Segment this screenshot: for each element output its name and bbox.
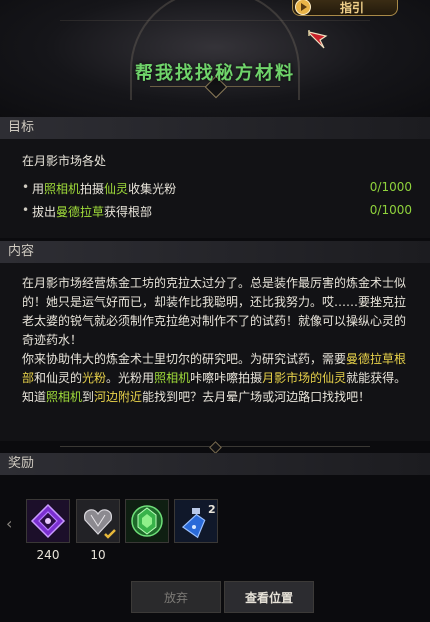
bullet: •: [22, 203, 30, 217]
objective-row: • 用照相机拍摄仙灵收集光粉 0/1000: [22, 180, 412, 196]
highlight-fairy: 仙灵: [104, 182, 129, 196]
reward-count: 10: [90, 548, 106, 562]
goal-location: 在月影市场各处: [22, 154, 107, 168]
objective-count: 0/1000: [369, 180, 412, 194]
highlight-market-fairy: 月影市场的仙灵: [262, 371, 347, 385]
rewards-heading: 奖励: [0, 453, 430, 475]
goal-heading: 目标: [0, 117, 430, 139]
banner-ornament: [150, 86, 280, 114]
chevron-left-icon[interactable]: ‹: [6, 514, 20, 533]
reward-badge: 2: [208, 503, 216, 516]
objective-text: 用照相机拍摄仙灵收集光粉: [32, 182, 177, 196]
highlight-camera: 照相机: [46, 390, 83, 404]
objective-text: 拔出曼德拉草获得根部: [32, 205, 153, 219]
highlight-camera: 照相机: [154, 371, 191, 385]
reward-item[interactable]: [26, 499, 70, 543]
highlight-mandrake: 曼德拉草: [56, 205, 105, 219]
highlight-riverside: 河边附近: [94, 390, 143, 404]
highlight-light-dust: 光粉: [82, 371, 107, 385]
green-crystal-icon: [126, 500, 168, 542]
description-paragraph: 在月影市场经营炼金工坊的克拉太过分了。总是装作最厉害的炼金术士似的！她只是运气好…: [22, 276, 407, 347]
bullet: •: [22, 180, 30, 194]
description-paragraph: 你来协助伟大的炼金术士里切尔的研究吧。为研究试药，需要曼德拉草根部和仙灵的光粉。…: [22, 352, 407, 404]
play-icon: [295, 0, 311, 15]
purple-gem-icon: [27, 500, 69, 542]
quest-description: 在月影市场经营炼金工坊的克拉太过分了。总是装作最厉害的炼金术士似的！她只是运气好…: [22, 274, 408, 407]
abandon-button[interactable]: 放弃: [131, 581, 221, 613]
reward-item[interactable]: [76, 499, 120, 543]
objective-count: 0/1000: [369, 203, 412, 217]
reward-count: 240: [36, 548, 60, 562]
quest-flag-icon[interactable]: [306, 26, 330, 50]
silver-heart-icon: [77, 500, 119, 542]
highlight-camera: 照相机: [44, 182, 81, 196]
reward-item[interactable]: [125, 499, 169, 543]
guide-button[interactable]: 指引: [292, 0, 398, 16]
content-heading: 内容: [0, 241, 430, 263]
view-location-button[interactable]: 查看位置: [224, 581, 314, 613]
quest-title: 帮我找找秘方材料: [135, 63, 295, 84]
section-divider: [0, 442, 430, 452]
guide-label: 指引: [339, 1, 364, 15]
objective-row: • 拔出曼德拉草获得根部 0/1000: [22, 203, 412, 219]
